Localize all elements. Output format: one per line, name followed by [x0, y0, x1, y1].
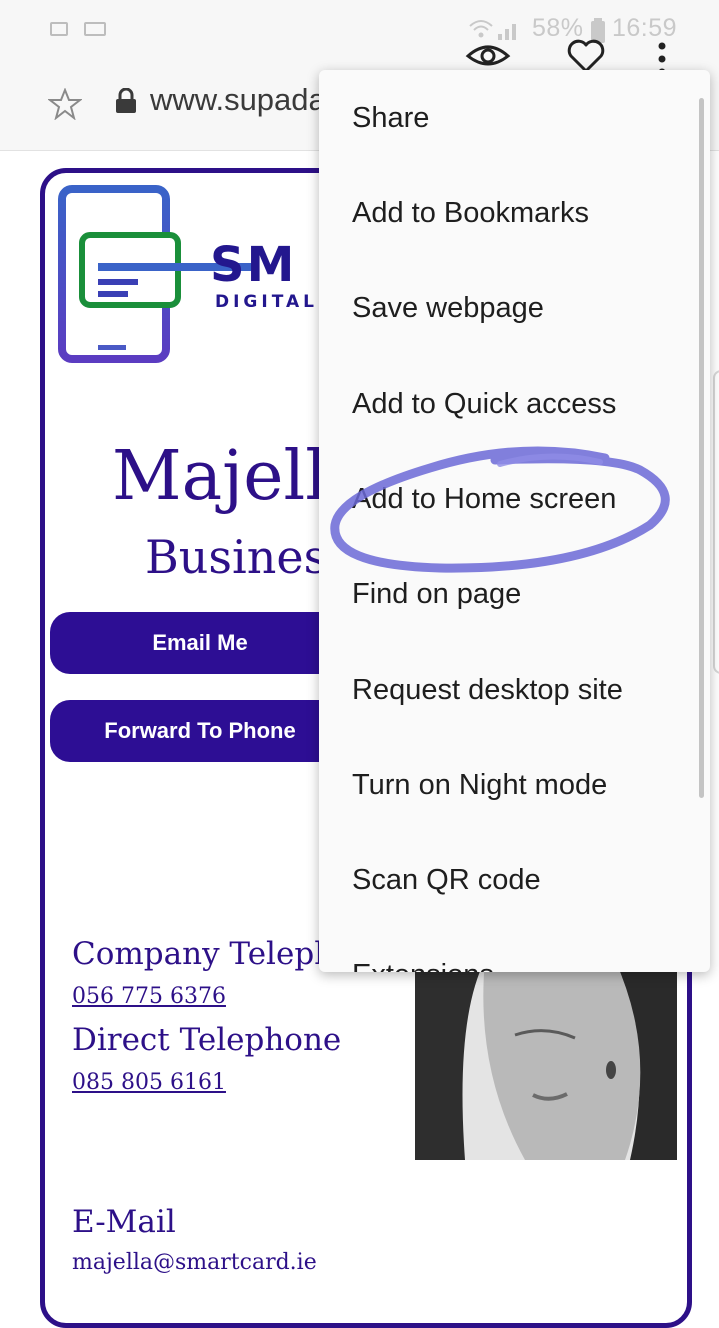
logo-subtitle: DIGITAL — [215, 292, 318, 312]
eye-icon[interactable] — [465, 36, 511, 72]
direct-telephone-link[interactable]: 085 805 6161 — [72, 1070, 226, 1095]
status-bar: 58% 16:59 — [0, 0, 719, 58]
forward-to-phone-button[interactable]: Forward To Phone — [50, 700, 350, 762]
heart-icon[interactable] — [566, 38, 606, 74]
menu-item-request-desktop[interactable]: Request desktop site — [352, 674, 623, 707]
menu-item-add-bookmarks[interactable]: Add to Bookmarks — [352, 197, 589, 230]
email-me-button[interactable]: Email Me — [50, 612, 350, 674]
email-address[interactable]: majella@smartcard.ie — [72, 1250, 317, 1275]
lock-icon — [116, 88, 136, 113]
company-telephone-label: Company Teleph — [72, 936, 335, 972]
person-name: Majell — [112, 437, 327, 516]
edge-panel-handle[interactable] — [713, 370, 719, 674]
menu-item-share[interactable]: Share — [352, 102, 429, 135]
menu-item-night-mode[interactable]: Turn on Night mode — [352, 769, 607, 802]
direct-telephone-label: Direct Telephone — [72, 1022, 342, 1058]
menu-item-add-quick-access[interactable]: Add to Quick access — [352, 388, 616, 421]
menu-item-scan-qr[interactable]: Scan QR code — [352, 864, 541, 897]
email-me-label: Email Me — [152, 630, 248, 655]
profile-photo — [415, 960, 677, 1160]
menu-item-save-webpage[interactable]: Save webpage — [352, 292, 544, 325]
gallery-icon — [50, 22, 68, 36]
logo-wordmark: SM — [210, 237, 297, 293]
company-telephone-link[interactable]: 056 775 6376 — [72, 984, 226, 1009]
menu-item-extensions[interactable]: Extensions — [352, 959, 494, 972]
url-bar[interactable]: www.supada — [150, 82, 326, 118]
bookmark-star-icon[interactable] — [48, 88, 82, 120]
menu-item-add-home-screen[interactable]: Add to Home screen — [352, 483, 616, 516]
email-label: E-Mail — [72, 1204, 176, 1240]
clock: 16:59 — [612, 14, 678, 42]
notification-icon — [84, 22, 106, 36]
menu-item-find-on-page[interactable]: Find on page — [352, 578, 521, 611]
menu-scrollbar[interactable] — [699, 98, 704, 798]
card-subtitle: Busines — [145, 530, 328, 584]
forward-to-phone-label: Forward To Phone — [104, 718, 296, 743]
overflow-menu: Share Add to Bookmarks Save webpage Add … — [319, 70, 710, 972]
